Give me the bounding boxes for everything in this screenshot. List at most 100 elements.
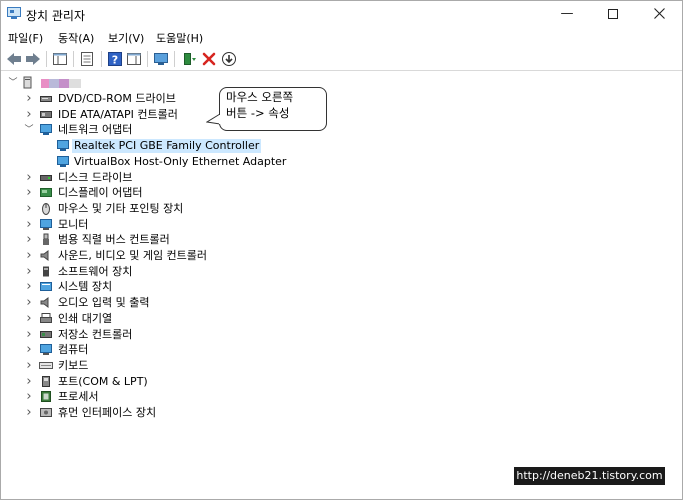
expand-arrow-icon[interactable]: ›: [24, 107, 34, 123]
tree-item-label[interactable]: 오디오 입력 및 출력: [56, 296, 151, 310]
sound-icon: [39, 249, 53, 262]
back-arrow-icon[interactable]: [6, 51, 22, 67]
tree-item-label[interactable]: 디스크 드라이브: [56, 171, 134, 185]
maximize-button[interactable]: [590, 1, 636, 27]
tree-item-label[interactable]: 마우스 및 기타 포인팅 장치: [56, 202, 185, 216]
tree-root-computer[interactable]: ﹀: [1, 75, 121, 91]
expand-arrow-icon[interactable]: ›: [24, 185, 34, 201]
menu-bar: 파일(F) 동작(A) 보기(V) 도움말(H): [1, 28, 682, 47]
expand-arrow-icon[interactable]: ›: [24, 311, 34, 327]
menu-help[interactable]: 도움말(H): [156, 30, 203, 46]
disable-device-icon[interactable]: [221, 51, 237, 67]
callout-line-2: 버튼 -> 속성: [226, 106, 290, 120]
tree-category-item[interactable]: › 범용 직렬 버스 컨트롤러: [1, 232, 401, 248]
tree-category-item[interactable]: › 저장소 컨트롤러: [1, 327, 401, 343]
toolbar-separator: [46, 51, 47, 67]
action-pane-icon[interactable]: [126, 51, 142, 67]
tree-device-item[interactable]: Realtek PCI GBE Family Controller: [1, 138, 401, 154]
usb-icon: [39, 233, 53, 246]
expand-arrow-icon[interactable]: ›: [24, 405, 34, 421]
tree-category-item[interactable]: › 시스템 장치: [1, 279, 401, 295]
tree-item-label[interactable]: 인쇄 대기열: [56, 312, 114, 326]
expand-arrow-icon[interactable]: ›: [24, 342, 34, 358]
tree-item-label[interactable]: 디스플레이 어댑터: [56, 186, 144, 200]
tree-item-label[interactable]: DVD/CD-ROM 드라이브: [56, 92, 178, 106]
collapse-arrow-icon[interactable]: ﹀: [24, 122, 34, 138]
tree-item-label[interactable]: 사운드, 비디오 및 게임 컨트롤러: [56, 249, 209, 263]
annotation-callout: 마우스 오른쪽 버튼 -> 속성: [219, 87, 327, 131]
callout-line-1: 마우스 오른쪽: [226, 90, 294, 104]
title-bar: 장치 관리자 —: [1, 1, 682, 27]
svg-text:?: ?: [112, 54, 118, 67]
toolbar: ?: [1, 48, 682, 71]
expand-arrow-icon[interactable]: ›: [24, 170, 34, 186]
tree-category-item[interactable]: › 프로세서: [1, 389, 401, 405]
collapse-arrow-icon[interactable]: ﹀: [8, 75, 18, 91]
update-driver-icon[interactable]: [181, 51, 197, 67]
close-button[interactable]: [636, 1, 682, 27]
tree-item-label[interactable]: 네트워크 어댑터: [56, 123, 134, 137]
expand-arrow-icon[interactable]: ›: [24, 248, 34, 264]
expand-arrow-icon[interactable]: ›: [24, 295, 34, 311]
tree-item-label[interactable]: 컴퓨터: [56, 343, 90, 357]
menu-action[interactable]: 동작(A): [58, 30, 94, 46]
maximize-icon: [608, 8, 618, 19]
tree-item-label[interactable]: 키보드: [56, 359, 90, 373]
tree-category-item[interactable]: › 디스플레이 어댑터: [1, 185, 401, 201]
tree-item-label[interactable]: 저장소 컨트롤러: [56, 328, 134, 342]
tree-item-label[interactable]: 범용 직렬 버스 컨트롤러: [56, 233, 172, 247]
menu-view[interactable]: 보기(V): [108, 30, 144, 46]
toolbar-separator: [101, 51, 102, 67]
tree-category-item[interactable]: › 소프트웨어 장치: [1, 264, 401, 280]
tree-item-label[interactable]: 프로세서: [56, 390, 100, 404]
tree-category-item[interactable]: › 컴퓨터: [1, 342, 401, 358]
expand-arrow-icon[interactable]: ›: [24, 264, 34, 280]
device-manager-window: 장치 관리자 — 파일(F) 동작(A) 보기(V) 도움말(H) ? ﹀ › …: [0, 0, 683, 500]
expand-arrow-icon[interactable]: ›: [24, 232, 34, 248]
expand-arrow-icon[interactable]: ›: [24, 389, 34, 405]
device-manager-icon: [7, 7, 21, 19]
tree-item-label[interactable]: 소프트웨어 장치: [56, 265, 134, 279]
uninstall-x-icon[interactable]: [201, 51, 217, 67]
tree-category-item[interactable]: ﹀ 네트워크 어댑터: [1, 122, 401, 138]
expand-arrow-icon[interactable]: ›: [24, 327, 34, 343]
tree-item-label[interactable]: Realtek PCI GBE Family Controller: [72, 139, 262, 154]
tree-category-item[interactable]: › DVD/CD-ROM 드라이브: [1, 91, 401, 107]
tree-category-item[interactable]: › 포트(COM & LPT): [1, 374, 401, 390]
show-hide-console-tree-icon[interactable]: [52, 51, 68, 67]
tree-item-label[interactable]: 포트(COM & LPT): [56, 375, 150, 389]
callout-tail-cover: [219, 115, 221, 124]
menu-file[interactable]: 파일(F): [8, 30, 43, 46]
tree-item-label[interactable]: 휴먼 인터페이스 장치: [56, 406, 158, 420]
tree-category-item[interactable]: › 사운드, 비디오 및 게임 컨트롤러: [1, 248, 401, 264]
tree-category-item[interactable]: › 휴먼 인터페이스 장치: [1, 405, 401, 421]
expand-arrow-icon[interactable]: ›: [24, 201, 34, 217]
properties-icon[interactable]: [79, 51, 95, 67]
processor-icon: [39, 390, 53, 403]
expand-arrow-icon[interactable]: ›: [24, 374, 34, 390]
disk-drive-icon: [39, 171, 53, 184]
scan-hardware-monitor-icon[interactable]: [153, 51, 169, 67]
tree-item-label[interactable]: 시스템 장치: [56, 280, 114, 294]
help-icon[interactable]: ?: [107, 51, 123, 67]
dvd-drive-icon: [39, 92, 53, 105]
tree-category-item[interactable]: › 키보드: [1, 358, 401, 374]
tree-category-item[interactable]: › 마우스 및 기타 포인팅 장치: [1, 201, 401, 217]
tree-item-label[interactable]: IDE ATA/ATAPI 컨트롤러: [56, 108, 180, 122]
tree-category-item[interactable]: › 디스크 드라이브: [1, 170, 401, 186]
audio-icon: [39, 296, 53, 309]
minimize-button[interactable]: —: [544, 1, 590, 27]
expand-arrow-icon[interactable]: ›: [24, 279, 34, 295]
monitor-icon: [39, 218, 53, 231]
tree-category-item[interactable]: › 인쇄 대기열: [1, 311, 401, 327]
expand-arrow-icon[interactable]: ›: [24, 91, 34, 107]
tree-category-item[interactable]: › 모니터: [1, 217, 401, 233]
tree-device-item[interactable]: VirtualBox Host-Only Ethernet Adapter: [1, 154, 401, 170]
tree-category-item[interactable]: › IDE ATA/ATAPI 컨트롤러: [1, 107, 401, 123]
tree-item-label[interactable]: VirtualBox Host-Only Ethernet Adapter: [72, 155, 288, 169]
expand-arrow-icon[interactable]: ›: [24, 217, 34, 233]
forward-arrow-icon[interactable]: [25, 51, 41, 67]
tree-item-label[interactable]: 모니터: [56, 218, 90, 232]
expand-arrow-icon[interactable]: ›: [24, 358, 34, 374]
tree-category-item[interactable]: › 오디오 입력 및 출력: [1, 295, 401, 311]
